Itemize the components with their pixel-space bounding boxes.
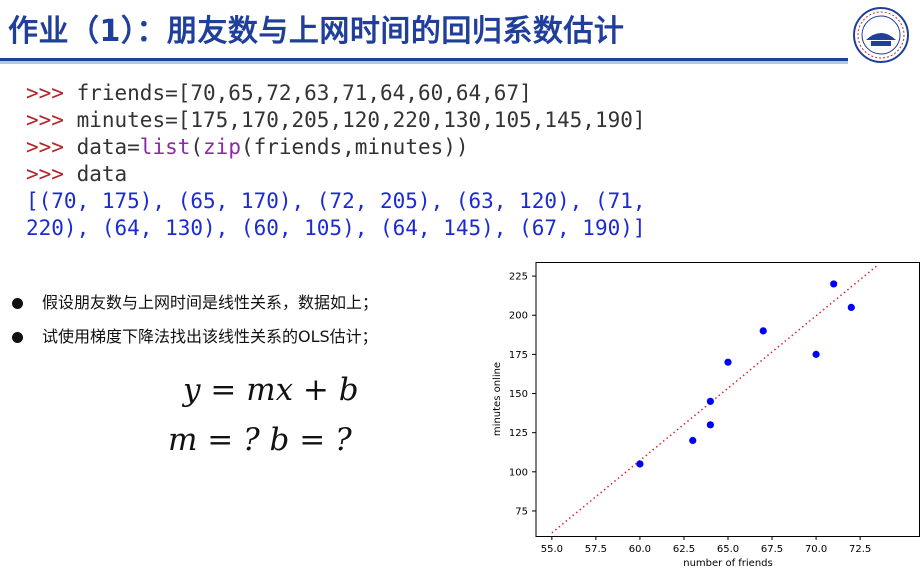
code-prompt: >>> bbox=[26, 135, 64, 159]
x-tick-label: 65.0 bbox=[717, 544, 739, 555]
bullet-text: 试使用梯度下降法找出该线性关系的OLS估计； bbox=[42, 327, 378, 346]
data-point bbox=[847, 303, 855, 312]
code-text: (friends,minutes)) bbox=[240, 135, 469, 159]
bullet-text: 假设朋友数与上网时间是线性关系，数据如上； bbox=[42, 293, 379, 312]
x-tick-label: 57.5 bbox=[585, 544, 607, 555]
slide-title: 作业（1）：朋友数与上网时间的回归系数估计 bbox=[8, 14, 625, 49]
y-tick-label: 225 bbox=[509, 272, 528, 283]
data-point bbox=[706, 397, 714, 405]
y-tick-label: 150 bbox=[509, 389, 528, 400]
python-code-block: >>> friends=[70,65,72,63,71,64,60,64,67]… bbox=[26, 80, 646, 242]
code-text: data bbox=[63, 162, 128, 186]
plot-frame bbox=[535, 262, 920, 537]
code-line-minutes: >>> minutes=[175,170,205,120,220,130,105… bbox=[26, 107, 646, 134]
y-tick-label: 75 bbox=[515, 506, 528, 517]
y-tick-label: 200 bbox=[509, 311, 528, 322]
data-point bbox=[706, 421, 714, 429]
data-point bbox=[636, 460, 644, 468]
trend-line bbox=[551, 264, 879, 534]
x-tick-label: 70.0 bbox=[805, 544, 827, 555]
x-tick-label: 60.0 bbox=[629, 544, 651, 555]
university-emblem-icon bbox=[853, 7, 909, 63]
x-tick-label: 55.0 bbox=[541, 544, 563, 555]
data-point bbox=[724, 358, 732, 366]
code-text: friends=[70,65,72,63,71,64,60,64,67] bbox=[63, 81, 532, 105]
code-prompt: >>> bbox=[26, 108, 64, 132]
data-point bbox=[759, 327, 767, 335]
code-builtin-zip: zip bbox=[203, 135, 241, 159]
scatter-chart: 55.0 57.5 60.0 62.5 65.0 67.5 70.0 72.5 75 100 125… bbox=[492, 262, 920, 569]
y-tick-label: 125 bbox=[509, 428, 528, 439]
code-text: ( bbox=[190, 135, 204, 159]
data-point bbox=[812, 350, 820, 358]
code-line-friends: >>> friends=[70,65,72,63,71,64,60,64,67] bbox=[26, 80, 646, 107]
y-tick-label: 175 bbox=[509, 350, 528, 361]
bullet-list: 假设朋友数与上网时间是线性关系，数据如上； 试使用梯度下降法找出该线性关系的OL… bbox=[12, 290, 378, 358]
code-line-data-assign: >>> data=list(zip(friends,minutes)) bbox=[26, 134, 646, 161]
bullet-dot-icon bbox=[12, 298, 23, 309]
y-tick-label: 100 bbox=[509, 467, 528, 478]
code-prompt: >>> bbox=[26, 162, 64, 186]
x-axis-label: number of friends bbox=[683, 558, 772, 569]
x-tick-label: 62.5 bbox=[673, 544, 695, 555]
code-line-data: >>> data bbox=[26, 161, 646, 188]
data-point bbox=[830, 280, 838, 288]
y-axis-label: minutes online bbox=[492, 362, 503, 436]
bullet-dot-icon bbox=[12, 332, 23, 343]
title-rule-shadow bbox=[0, 61, 848, 64]
code-output-line: 220), (64, 130), (60, 105), (64, 145), (… bbox=[26, 216, 646, 240]
formula-line-unknowns: m = ? b = ? bbox=[168, 422, 352, 458]
formula-line-equation: y = mx + b bbox=[183, 372, 359, 408]
bullet-item: 试使用梯度下降法找出该线性关系的OLS估计； bbox=[12, 324, 378, 358]
bullet-item: 假设朋友数与上网时间是线性关系，数据如上； bbox=[12, 290, 378, 324]
code-prompt: >>> bbox=[26, 81, 64, 105]
code-text: data= bbox=[63, 135, 140, 159]
code-output-line: [(70, 175), (65, 170), (72, 205), (63, 1… bbox=[26, 189, 646, 213]
x-tick-label: 72.5 bbox=[849, 544, 871, 555]
code-text: minutes=[175,170,205,120,220,130,105,145… bbox=[63, 108, 646, 132]
data-point bbox=[689, 436, 697, 445]
code-builtin-list: list bbox=[139, 135, 191, 159]
x-tick-label: 67.5 bbox=[761, 544, 783, 555]
